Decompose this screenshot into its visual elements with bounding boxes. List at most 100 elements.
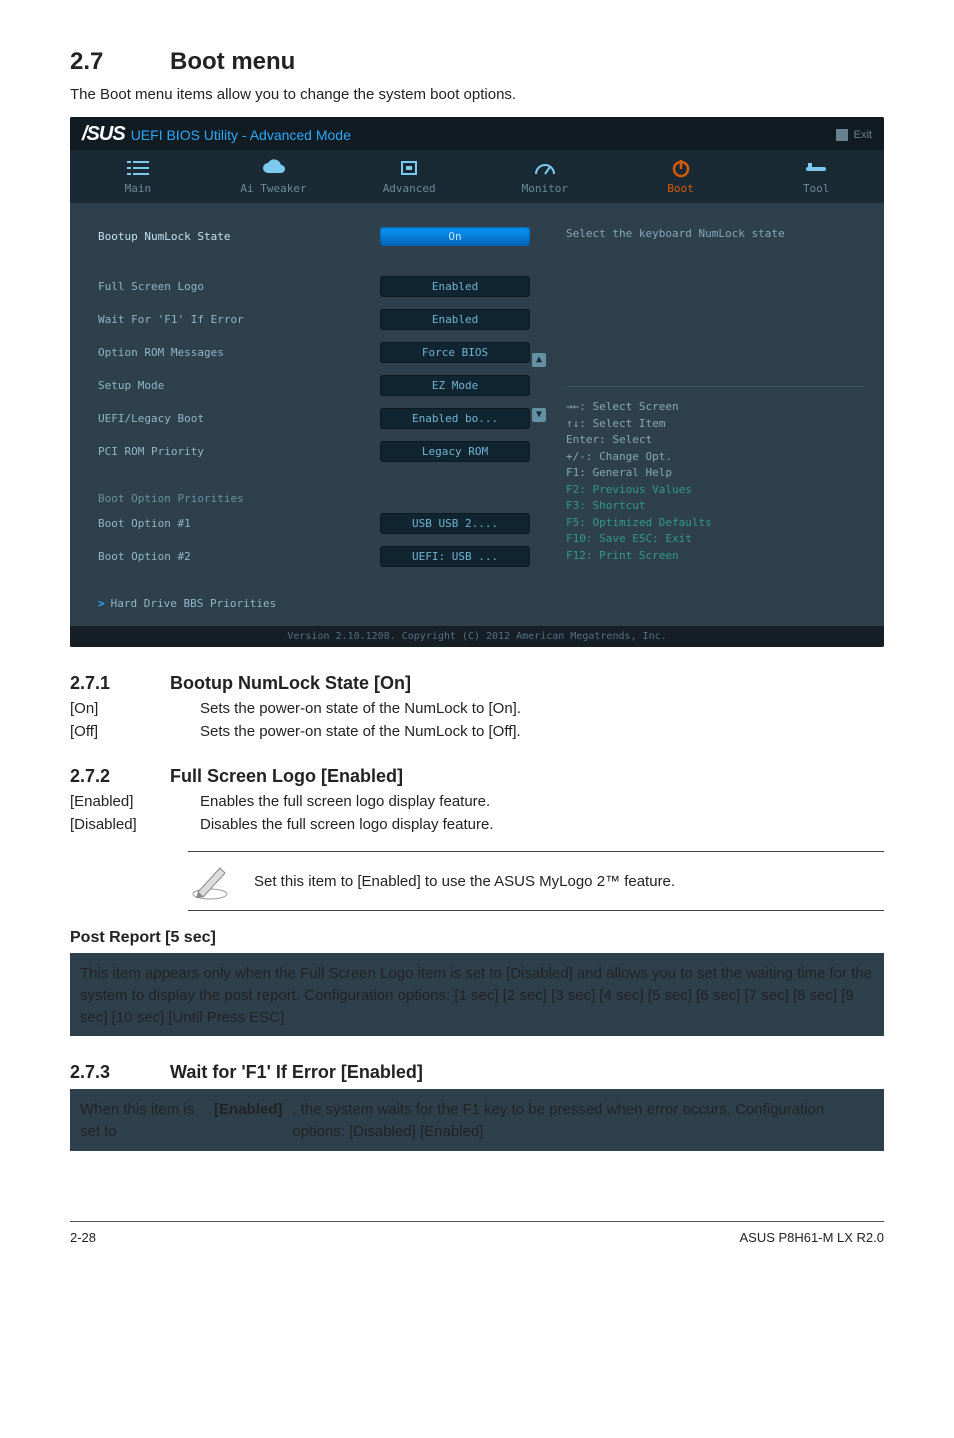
text-fragment: When this item is set to <box>80 1099 204 1143</box>
setting-wait-f1[interactable]: Wait For 'F1' If Error Enabled <box>98 309 530 330</box>
wait-f1-text: When this item is set to [Enabled], the … <box>70 1089 884 1151</box>
page-number: 2-28 <box>70 1230 96 1245</box>
hint: F5: Optimized Defaults <box>566 515 864 532</box>
hint: Enter: Select <box>566 432 864 449</box>
subsection-title: Bootup NumLock State [On] <box>170 673 411 693</box>
setting-label: Full Screen Logo <box>98 280 204 293</box>
exit-icon <box>836 129 848 141</box>
option-key: [On] <box>70 700 200 717</box>
subsection-number: 2.7.3 <box>70 1062 170 1083</box>
text-fragment: , the system waits for the F1 key to be … <box>292 1099 874 1143</box>
tab-main[interactable]: Main <box>70 150 206 203</box>
hint: →←: Select Screen <box>566 399 864 416</box>
tab-monitor[interactable]: Monitor <box>477 150 613 203</box>
bios-tabs: Main Ai Tweaker Advanced Monitor <box>70 150 884 203</box>
post-report-text: This item appears only when the Full Scr… <box>70 953 884 1036</box>
tab-label: Ai Tweaker <box>206 182 342 195</box>
option-disabled: [Disabled] Disables the full screen logo… <box>70 816 884 833</box>
setting-value[interactable]: Enabled <box>380 276 530 297</box>
option-desc: Sets the power-on state of the NumLock t… <box>200 723 884 740</box>
section-number: 2.7 <box>70 48 170 76</box>
cloud-icon <box>206 156 342 180</box>
setting-label: PCI ROM Priority <box>98 445 204 458</box>
setting-fullscreen-logo[interactable]: Full Screen Logo Enabled <box>98 276 530 297</box>
option-desc: Sets the power-on state of the NumLock t… <box>200 700 884 717</box>
exit-label: Exit <box>854 129 872 141</box>
power-icon <box>613 156 749 180</box>
help-text: Select the keyboard NumLock state <box>566 227 864 387</box>
link-label: Hard Drive BBS Priorities <box>111 597 277 610</box>
setting-value[interactable]: Legacy ROM <box>380 441 530 462</box>
setting-uefi-legacy[interactable]: UEFI/Legacy Boot Enabled bo... <box>98 408 530 429</box>
setting-label: Wait For 'F1' If Error <box>98 313 244 326</box>
chip-icon <box>341 156 477 180</box>
gauge-icon <box>477 156 613 180</box>
tab-ai-tweaker[interactable]: Ai Tweaker <box>206 150 342 203</box>
setting-value[interactable]: Force BIOS <box>380 342 530 363</box>
option-enabled: [Enabled] Enables the full screen logo d… <box>70 793 884 810</box>
setting-setup-mode[interactable]: Setup Mode EZ Mode <box>98 375 530 396</box>
section-lead: The Boot menu items allow you to change … <box>70 86 884 103</box>
setting-label: Option ROM Messages <box>98 346 224 359</box>
hint: F10: Save ESC: Exit <box>566 531 864 548</box>
tab-label: Monitor <box>477 182 613 195</box>
setting-value[interactable]: EZ Mode <box>380 375 530 396</box>
setting-value[interactable]: USB USB 2.... <box>380 513 530 534</box>
note-text: Set this item to [Enabled] to use the AS… <box>254 873 675 890</box>
setting-label: Boot Option #1 <box>98 517 191 530</box>
note-box: Set this item to [Enabled] to use the AS… <box>188 851 884 911</box>
bios-left-pane: Bootup NumLock State On Full Screen Logo… <box>80 213 540 618</box>
option-off: [Off] Sets the power-on state of the Num… <box>70 723 884 740</box>
boot-option-1[interactable]: Boot Option #1 USB USB 2.... <box>98 513 530 534</box>
setting-value[interactable]: Enabled <box>380 309 530 330</box>
tab-label: Boot <box>613 182 749 195</box>
setting-label: UEFI/Legacy Boot <box>98 412 204 425</box>
subsection-title: Wait for 'F1' If Error [Enabled] <box>170 1062 423 1082</box>
tab-label: Tool <box>748 182 884 195</box>
hint: F12: Print Screen <box>566 548 864 565</box>
bios-version: Version 2.10.1208. Copyright (C) 2012 Am… <box>70 626 884 647</box>
option-desc: Disables the full screen logo display fe… <box>200 816 884 833</box>
boot-priorities-heading: Boot Option Priorities <box>98 492 530 505</box>
manual-model: ASUS P8H61-M LX R2.0 <box>739 1230 884 1245</box>
hint: F2: Previous Values <box>566 482 864 499</box>
key-hints: →←: Select Screen ↑↓: Select Item Enter:… <box>566 399 864 564</box>
option-on: [On] Sets the power-on state of the NumL… <box>70 700 884 717</box>
setting-value[interactable]: Enabled bo... <box>380 408 530 429</box>
option-key: [Off] <box>70 723 200 740</box>
subsection-273: 2.7.3Wait for 'F1' If Error [Enabled] <box>70 1062 884 1083</box>
list-icon <box>70 156 206 180</box>
tool-icon <box>748 156 884 180</box>
subsection-271: 2.7.1Bootup NumLock State [On] <box>70 673 884 694</box>
brand-logo: /SUS <box>82 123 125 146</box>
tab-label: Main <box>70 182 206 195</box>
setting-option-rom[interactable]: Option ROM Messages Force BIOS <box>98 342 530 363</box>
option-key: [Enabled] <box>70 793 200 810</box>
setting-numlock[interactable]: Bootup NumLock State On <box>98 227 530 246</box>
pencil-icon <box>192 862 232 900</box>
post-report-heading: Post Report [5 sec] <box>70 929 884 947</box>
option-key: [Disabled] <box>70 816 200 833</box>
setting-label: Boot Option #2 <box>98 550 191 563</box>
text-bold: [Enabled] <box>214 1099 282 1143</box>
boot-option-2[interactable]: Boot Option #2 UEFI: USB ... <box>98 546 530 567</box>
hint: +/-: Change Opt. <box>566 449 864 466</box>
setting-value[interactable]: UEFI: USB ... <box>380 546 530 567</box>
scroll-down-button[interactable]: ▼ <box>532 408 546 422</box>
bios-screenshot: /SUS UEFI BIOS Utility - Advanced Mode E… <box>70 117 884 647</box>
bios-right-pane: Select the keyboard NumLock state →←: Se… <box>550 213 874 618</box>
setting-pci-rom[interactable]: PCI ROM Priority Legacy ROM <box>98 441 530 462</box>
tab-tool[interactable]: Tool <box>748 150 884 203</box>
page-footer: 2-28 ASUS P8H61-M LX R2.0 <box>70 1221 884 1245</box>
subsection-number: 2.7.2 <box>70 766 170 787</box>
tab-boot[interactable]: Boot <box>613 150 749 203</box>
setting-value[interactable]: On <box>380 227 530 246</box>
exit-button[interactable]: Exit <box>836 129 872 141</box>
hard-drive-bbs-link[interactable]: >Hard Drive BBS Priorities <box>98 597 530 610</box>
setting-label: Setup Mode <box>98 379 164 392</box>
section-title: Boot menu <box>170 48 295 75</box>
tab-advanced[interactable]: Advanced <box>341 150 477 203</box>
subsection-272: 2.7.2Full Screen Logo [Enabled] <box>70 766 884 787</box>
scroll-up-button[interactable]: ▲ <box>532 353 546 367</box>
hint: F1: General Help <box>566 465 864 482</box>
